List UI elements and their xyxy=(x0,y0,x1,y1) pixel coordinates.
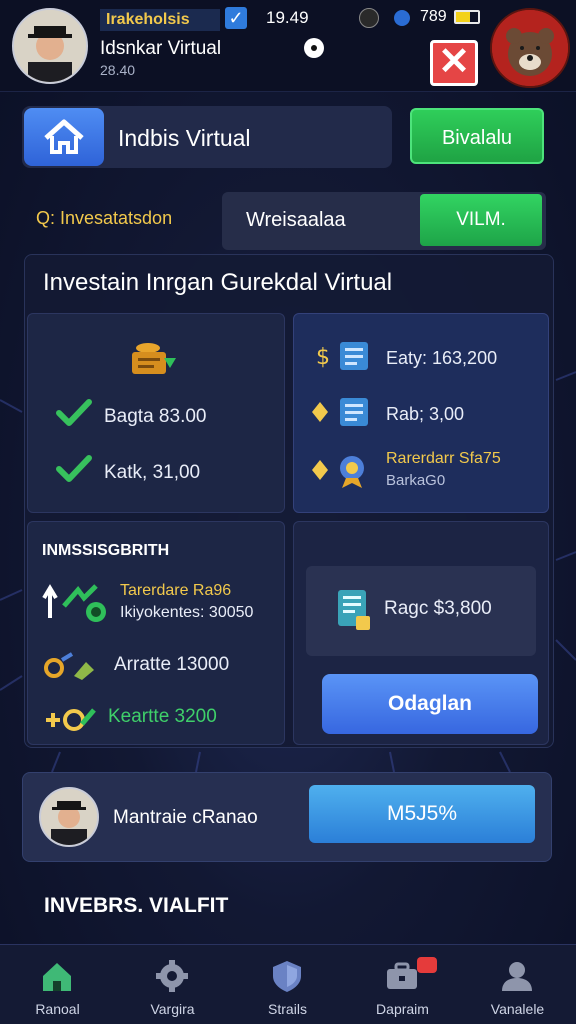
home-button[interactable] xyxy=(24,108,104,166)
summary-row: Katk, 31,00 xyxy=(104,462,201,483)
shield-icon xyxy=(273,961,301,992)
percent-button[interactable]: M5J5% xyxy=(309,785,535,843)
info-icon[interactable] xyxy=(304,38,324,58)
summary-row: Bagta 83.00 xyxy=(104,406,207,427)
clock: 19.49 xyxy=(266,8,309,27)
home-icon xyxy=(43,963,71,991)
nav-label: Vanalele xyxy=(490,1001,545,1017)
stats-highlight: Rarerdarr Sfa75 xyxy=(386,450,501,467)
bottom-nav: Ranoal Vargira Strails Dapraim Vanalele xyxy=(0,944,576,1024)
nav-label: Ranoal xyxy=(35,1001,80,1017)
stats-row: Rab; 3,00 xyxy=(386,404,465,424)
stats-row: Eaty: 163,200 xyxy=(386,348,498,368)
select-value: Wreisaalaa xyxy=(246,209,346,231)
profile-avatar[interactable] xyxy=(39,787,99,847)
gear-icon xyxy=(156,960,188,992)
user-name: Idsnkar Virtual xyxy=(100,38,222,59)
nav-item-settings[interactable]: Vargira xyxy=(115,945,230,1024)
bear-avatar[interactable] xyxy=(490,8,570,88)
growth-icon xyxy=(42,584,106,622)
invest-label: Q: Invesatatsdon xyxy=(36,208,173,228)
close-button[interactable]: ✕ xyxy=(430,40,478,86)
coins-icon xyxy=(132,343,176,374)
select-button[interactable]: VILM. xyxy=(420,194,542,246)
header-action-button[interactable]: Bivalalu xyxy=(410,108,544,164)
user-icon xyxy=(502,962,532,991)
document-icon xyxy=(312,398,368,426)
mini-avatar-icon xyxy=(359,8,379,28)
home-icon xyxy=(44,119,84,154)
main-title: Investain Inrgan Gurekdal Virtual xyxy=(43,269,393,296)
status-icon xyxy=(394,10,410,26)
briefcase-icon xyxy=(387,962,417,989)
price-label: Ragc $3,800 xyxy=(384,598,492,619)
medal-icon xyxy=(312,456,364,488)
summary-card[interactable]: Bagta 83.00 Katk, 31,00 xyxy=(27,313,285,513)
tools-icon xyxy=(44,652,94,680)
investment-row: Keartte 3200 xyxy=(108,706,217,727)
battery-icon xyxy=(454,10,480,24)
nav-item-home[interactable]: Ranoal xyxy=(0,945,115,1024)
user-avatar[interactable] xyxy=(12,8,88,84)
main-card: Investain Inrgan Gurekdal Virtual Bagta … xyxy=(24,254,554,748)
document-icon: $ xyxy=(316,342,368,370)
investment-card[interactable]: INMSSISGBRITH Tarerdare Ra96 Ikiyokentes… xyxy=(27,521,285,745)
user-title: Irakeholsis xyxy=(100,9,220,31)
check-icon xyxy=(56,399,92,426)
check-icon xyxy=(56,455,92,482)
primary-action-button[interactable]: Odaglan xyxy=(322,674,538,734)
price-panel[interactable]: Ragc $3,800 xyxy=(306,566,536,656)
header-panel: Indbis Virtual xyxy=(22,106,392,168)
profile-row: Mantraie cRanao M5J5% xyxy=(22,772,552,862)
nav-item-shield[interactable]: Strails xyxy=(230,945,345,1024)
investment-highlight: Tarerdare Ra96 xyxy=(120,582,232,599)
notification-badge xyxy=(417,957,437,973)
stats-sub: BarkaG0 xyxy=(386,472,446,489)
header-title: Indbis Virtual xyxy=(118,125,251,151)
battery-level: 789 xyxy=(420,8,447,25)
profile-name: Mantraie cRanao xyxy=(113,807,258,828)
svg-text:$: $ xyxy=(316,345,330,370)
nav-label: Strails xyxy=(268,1001,307,1017)
user-sub: 28.40 xyxy=(100,62,136,78)
investment-sub: Ikiyokentes: 30050 xyxy=(120,604,254,621)
nav-label: Vargira xyxy=(150,1001,195,1017)
nav-item-briefcase[interactable]: Dapraim xyxy=(345,945,460,1024)
investment-row: Arratte 13000 xyxy=(114,654,230,675)
stats-card[interactable]: $ Eaty: 163,200 Rab; 3,00 Rarerdarr Sfa7… xyxy=(293,313,549,513)
nav-item-profile[interactable]: Vanalele xyxy=(460,945,575,1024)
nav-label: Dapraim xyxy=(376,1001,429,1017)
receipt-icon xyxy=(338,590,370,630)
section-title: INVEBRS. VIALFIT xyxy=(44,894,229,917)
status-bar: Irakeholsis ✓ 19.49 789 Idsnkar Virtual … xyxy=(0,0,576,92)
verified-check-icon: ✓ xyxy=(225,7,247,29)
select-panel[interactable]: Wreisaalaa VILM. xyxy=(222,192,546,250)
secondary-title: INMSSISGBRITH xyxy=(42,542,170,559)
price-card: Ragc $3,800 Odaglan xyxy=(293,521,549,745)
bonus-icon xyxy=(46,708,96,731)
